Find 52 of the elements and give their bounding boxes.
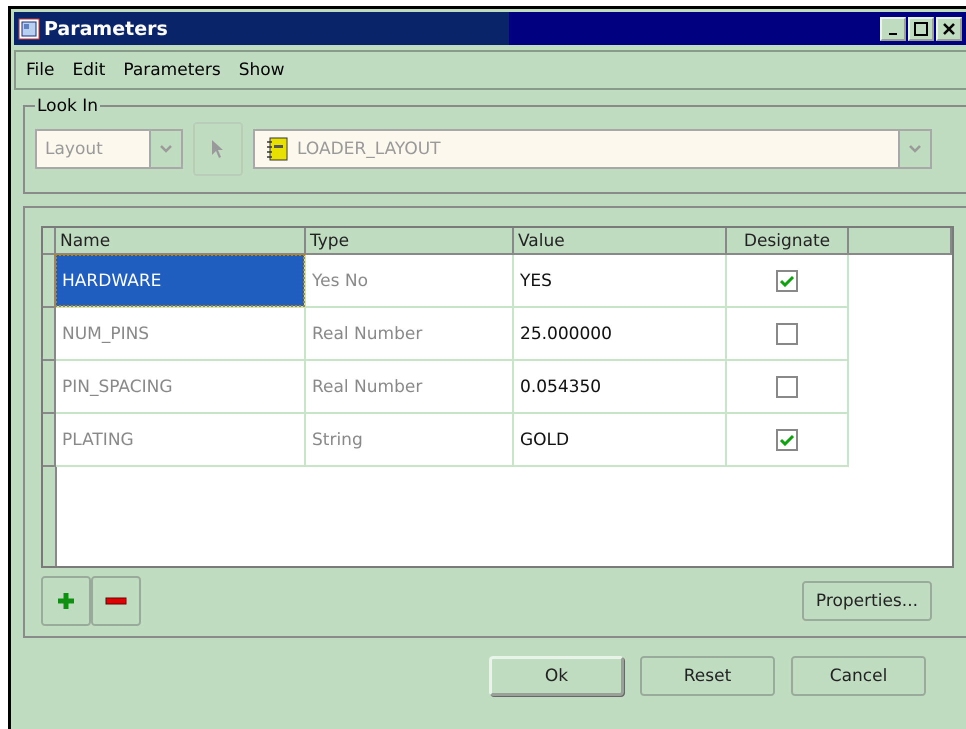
window-title: Parameters	[44, 18, 169, 40]
checkbox[interactable]	[776, 376, 798, 398]
minus-icon	[105, 597, 127, 605]
chevron-down-icon	[159, 144, 173, 154]
plus-icon	[57, 592, 75, 610]
checkbox[interactable]	[776, 322, 798, 344]
row-handle[interactable]	[43, 254, 55, 307]
cursor-icon	[211, 139, 225, 159]
menu-item[interactable]: Show	[238, 60, 285, 80]
name-cell[interactable]: HARDWARE	[55, 254, 305, 307]
close-button[interactable]	[936, 16, 962, 40]
table-cell: YES	[513, 254, 726, 307]
name-cell[interactable]: PLATING	[55, 413, 305, 466]
column-header[interactable]: Name	[55, 228, 305, 254]
row-handle[interactable]	[43, 360, 55, 413]
menu-item[interactable]: File	[26, 60, 54, 80]
dialog-button[interactable]: Reset	[640, 656, 775, 696]
table-cell: GOLD	[513, 413, 726, 466]
table-cell: Real Number	[305, 360, 513, 413]
name-cell[interactable]: PIN_SPACING	[55, 360, 305, 413]
table-cell: 25.000000	[513, 307, 726, 360]
row-handle[interactable]	[43, 307, 55, 360]
minimize-button[interactable]	[880, 16, 906, 40]
dialog-button[interactable]: Ok	[489, 656, 624, 696]
column-header[interactable]: Type	[305, 228, 513, 254]
dialog-button[interactable]: Cancel	[791, 656, 926, 696]
app-icon	[18, 18, 40, 40]
maximize-button[interactable]	[908, 16, 934, 40]
select-button[interactable]	[193, 122, 243, 176]
check-icon	[780, 274, 794, 286]
checkbox[interactable]	[776, 270, 798, 292]
menu-item[interactable]: Parameters	[123, 60, 221, 80]
maximize-icon	[914, 22, 928, 36]
minimize-icon	[889, 32, 897, 34]
close-icon	[942, 22, 956, 36]
column-header[interactable]: Value	[513, 228, 726, 254]
notebook-icon	[265, 136, 289, 162]
row-handle[interactable]	[43, 413, 55, 466]
checkbox[interactable]	[776, 428, 798, 450]
table-cell: Yes No	[305, 254, 513, 307]
name-cell[interactable]: NUM_PINS	[55, 307, 305, 360]
properties-button[interactable]: Properties...	[802, 581, 932, 621]
column-header[interactable]: Designate	[726, 228, 848, 254]
chevron-down-icon	[908, 144, 922, 154]
table-cell: String	[305, 413, 513, 466]
group-label: Look In	[36, 96, 100, 116]
menu-item[interactable]: Edit	[72, 60, 106, 80]
remove-button[interactable]	[91, 576, 141, 626]
table-cell: 0.054350	[513, 360, 726, 413]
table-cell: Real Number	[305, 307, 513, 360]
header-handle	[43, 228, 55, 254]
check-icon	[780, 434, 794, 446]
